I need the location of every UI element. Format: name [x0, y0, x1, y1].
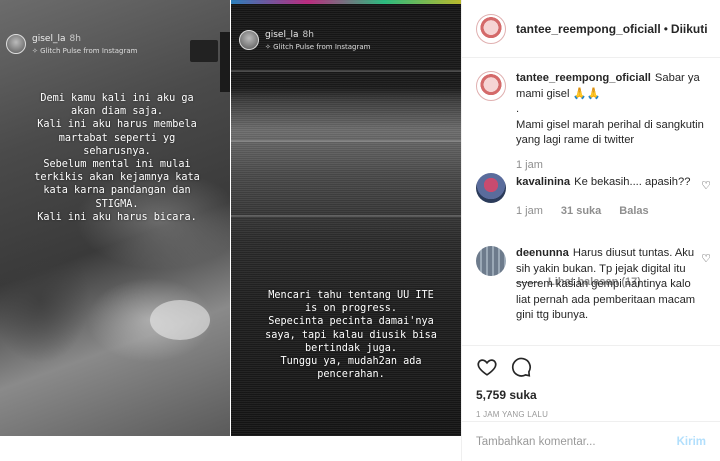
- comment-text: Ke bekasih.... apasih??: [574, 176, 691, 188]
- sparkle-icon: ✧: [32, 47, 41, 55]
- avatar[interactable]: [476, 71, 506, 101]
- reply-button[interactable]: Balas: [619, 205, 648, 217]
- heart-icon[interactable]: ♡: [700, 180, 712, 192]
- story-image-left: gisel_la 8h ✧ Glitch Pulse from Instagram…: [0, 0, 230, 436]
- story-caption: Mencari tahu tentang UU ITE is on progre…: [265, 290, 437, 381]
- post-media[interactable]: gisel_la 8h ✧ Glitch Pulse from Instagram…: [0, 0, 461, 461]
- comment-input[interactable]: [476, 435, 677, 448]
- story-image-right: gisel_la 8h ✧ Glitch Pulse from Instagram…: [231, 0, 461, 436]
- story-header: gisel_la 8h ✧ Glitch Pulse from Instagram: [6, 34, 137, 55]
- following-button[interactable]: Diikuti: [671, 22, 708, 36]
- comment-username[interactable]: tantee_reempong_oficiall: [516, 72, 651, 84]
- avatar[interactable]: [476, 173, 506, 203]
- story-filter-label: Glitch Pulse from Instagram: [40, 47, 138, 55]
- post-panel: tantee_reempong_oficiall • Diikuti tantee_…: [461, 0, 720, 461]
- heart-icon[interactable]: ♡: [700, 253, 712, 265]
- story-time: 8h: [69, 34, 81, 44]
- comment-time[interactable]: 1 jam: [516, 205, 543, 217]
- comment-item: kavalinina Ke bekasih.... apasih?? 1 jam …: [476, 173, 712, 217]
- comment-time[interactable]: 1 jam: [516, 159, 543, 171]
- post-comment-button[interactable]: Kirim: [677, 436, 706, 448]
- caption-comment: tantee_reempong_oficiall Sabar ya mami gi…: [476, 71, 712, 171]
- separator-dot: •: [663, 21, 668, 36]
- post-actions: 5,759 suka 1 JAM YANG LALU: [462, 345, 720, 419]
- story-time: 8h: [302, 30, 314, 40]
- sparkle-icon: ✧: [265, 43, 274, 51]
- post-timestamp: 1 JAM YANG LALU: [476, 410, 549, 419]
- avatar[interactable]: [476, 246, 506, 276]
- post-header: tantee_reempong_oficiall • Diikuti: [462, 0, 720, 58]
- comment-username[interactable]: kavalinina: [516, 176, 570, 188]
- story-username: gisel_la: [265, 30, 299, 40]
- comment-icon[interactable]: [510, 356, 532, 378]
- story-caption: Demi kamu kali ini aku ga akan diam saja…: [34, 93, 200, 223]
- comment-likes[interactable]: 31 suka: [561, 205, 601, 217]
- story-filter-label: Glitch Pulse from Instagram: [273, 43, 371, 51]
- add-comment-bar: Kirim: [462, 421, 720, 461]
- comment-username[interactable]: deenunna: [516, 247, 569, 259]
- heart-icon[interactable]: [476, 356, 498, 378]
- like-count[interactable]: 5,759 suka: [476, 388, 706, 402]
- story-avatar: [239, 30, 259, 50]
- avatar[interactable]: [476, 13, 506, 44]
- story-username: gisel_la: [32, 34, 66, 44]
- comment-item: deenunna Harus diusut tuntas. Aku sih yak…: [476, 246, 712, 324]
- post-author[interactable]: tantee_reempong_oficiall: [516, 22, 661, 36]
- story-header: gisel_la 8h ✧ Glitch Pulse from Instagram: [239, 30, 370, 51]
- story-avatar: [6, 34, 26, 54]
- comments-list[interactable]: tantee_reempong_oficiall Sabar ya mami gi…: [462, 58, 720, 345]
